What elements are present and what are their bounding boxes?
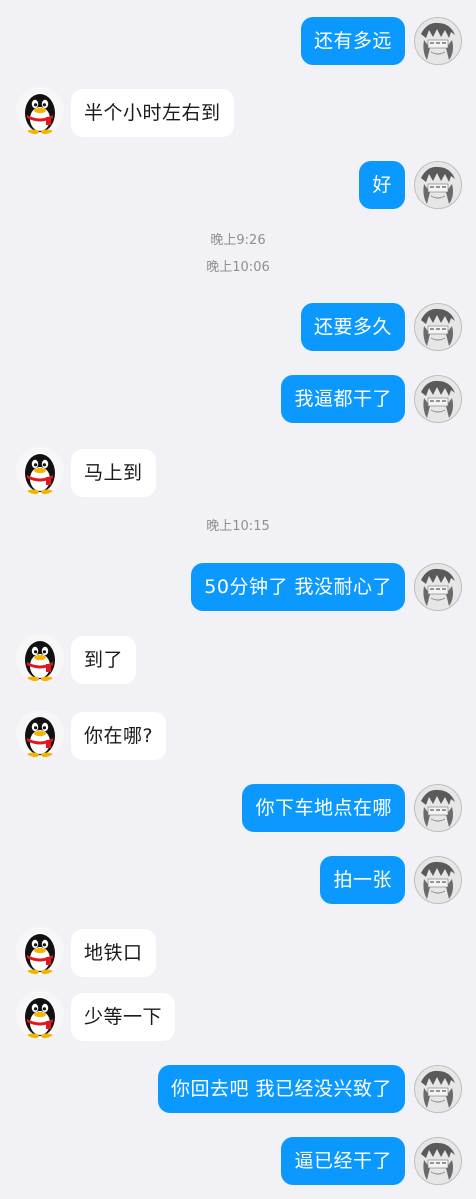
received-message-bubble[interactable]: 半个小时左右到 [71, 89, 234, 137]
sent-message-bubble[interactable]: 还要多久 [300, 303, 405, 351]
qq-penguin-icon[interactable] [16, 710, 64, 758]
anime-avatar-icon[interactable] [414, 1065, 462, 1113]
sent-message-bubble[interactable]: 50分钟了 我没耐心了 [191, 563, 405, 611]
anime-avatar-icon[interactable] [414, 161, 462, 209]
received-message-bubble[interactable]: 地铁口 [71, 929, 156, 977]
anime-avatar-icon[interactable] [414, 856, 462, 904]
qq-penguin-icon[interactable] [16, 447, 64, 495]
timestamp: 晚上10:15 [206, 519, 270, 534]
anime-avatar-icon[interactable] [414, 784, 462, 832]
anime-avatar-icon[interactable] [414, 303, 462, 351]
received-message-bubble[interactable]: 你在哪? [71, 712, 167, 760]
anime-avatar-icon[interactable] [414, 563, 462, 611]
sent-message-bubble[interactable]: 逼已经干了 [281, 1137, 405, 1185]
timestamp: 晚上9:26 [210, 233, 266, 248]
received-message-bubble[interactable]: 到了 [71, 636, 137, 684]
sent-message-bubble[interactable]: 你下车地点在哪 [242, 784, 405, 832]
timestamp: 晚上10:06 [206, 260, 270, 275]
received-message-bubble[interactable]: 少等一下 [71, 993, 176, 1041]
sent-message-bubble[interactable]: 好 [359, 161, 405, 209]
received-message-bubble[interactable]: 马上到 [71, 449, 156, 497]
anime-avatar-icon[interactable] [414, 17, 462, 65]
qq-penguin-icon[interactable] [16, 991, 64, 1039]
sent-message-bubble[interactable]: 还有多远 [300, 17, 405, 65]
sent-message-bubble[interactable]: 拍一张 [320, 856, 405, 904]
anime-avatar-icon[interactable] [414, 1137, 462, 1185]
qq-penguin-icon[interactable] [16, 87, 64, 135]
qq-penguin-icon[interactable] [16, 927, 64, 975]
sent-message-bubble[interactable]: 你回去吧 我已经没兴致了 [157, 1065, 405, 1113]
anime-avatar-icon[interactable] [414, 375, 462, 423]
qq-penguin-icon[interactable] [16, 634, 64, 682]
sent-message-bubble[interactable]: 我逼都干了 [281, 375, 405, 423]
